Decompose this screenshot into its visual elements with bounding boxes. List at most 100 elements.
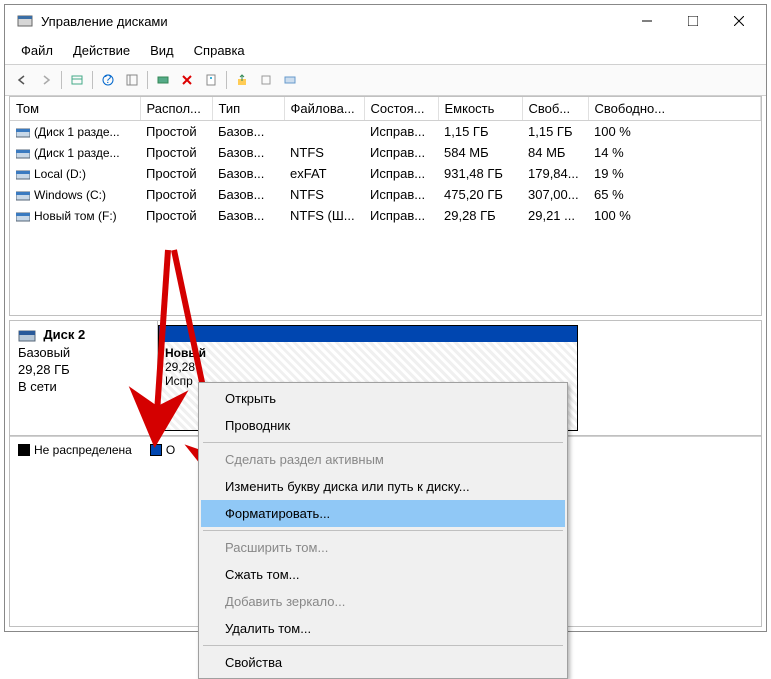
cell-layout: Простой	[140, 184, 212, 205]
table-header-row: Том Распол... Тип Файлова... Состоя... Е…	[10, 97, 761, 121]
cell-volume: Новый том (F:)	[10, 205, 140, 226]
col-freepct[interactable]: Свободно...	[588, 97, 761, 121]
disk-status: В сети	[18, 379, 149, 394]
cell-fs: exFAT	[284, 163, 364, 184]
col-type[interactable]: Тип	[212, 97, 284, 121]
cell-layout: Простой	[140, 121, 212, 143]
cell-fs	[284, 121, 364, 143]
tool-action3[interactable]	[279, 69, 301, 91]
tool-settings[interactable]	[121, 69, 143, 91]
separator	[61, 71, 62, 89]
tool-refresh[interactable]	[152, 69, 174, 91]
table-row[interactable]: Новый том (F:)ПростойБазов...NTFS (Ш...И…	[10, 205, 761, 226]
maximize-button[interactable]	[670, 6, 716, 36]
cell-fs: NTFS	[284, 142, 364, 163]
menu-file[interactable]: Файл	[11, 39, 63, 62]
cell-volume: (Диск 1 разде...	[10, 142, 140, 163]
partition-header	[159, 326, 577, 342]
tool-action2[interactable]	[255, 69, 277, 91]
menu-help[interactable]: Справка	[184, 39, 255, 62]
cell-free: 307,00...	[522, 184, 588, 205]
col-volume[interactable]: Том	[10, 97, 140, 121]
tool-action1[interactable]	[231, 69, 253, 91]
cell-freepct: 19 %	[588, 163, 761, 184]
tool-delete[interactable]	[176, 69, 198, 91]
cell-volume: Windows (C:)	[10, 184, 140, 205]
col-capacity[interactable]: Емкость	[438, 97, 522, 121]
cell-fs: NTFS (Ш...	[284, 205, 364, 226]
ctx-shrink[interactable]: Сжать том...	[201, 561, 565, 588]
tool-properties[interactable]	[200, 69, 222, 91]
menu-view[interactable]: Вид	[140, 39, 184, 62]
minimize-button[interactable]	[624, 6, 670, 36]
volume-icon	[16, 212, 30, 222]
window-controls	[624, 6, 762, 36]
tool-help[interactable]: ?	[97, 69, 119, 91]
legend-swatch-black	[18, 444, 30, 456]
legend-primary: О	[150, 443, 175, 457]
volume-icon	[16, 149, 30, 159]
cell-status: Исправ...	[364, 184, 438, 205]
table-row[interactable]: Local (D:)ПростойБазов...exFATИсправ...9…	[10, 163, 761, 184]
separator	[226, 71, 227, 89]
col-free[interactable]: Своб...	[522, 97, 588, 121]
col-status[interactable]: Состоя...	[364, 97, 438, 121]
cell-layout: Простой	[140, 163, 212, 184]
cell-freepct: 100 %	[588, 205, 761, 226]
ctx-separator	[203, 530, 563, 531]
cell-type: Базов...	[212, 205, 284, 226]
cell-freepct: 14 %	[588, 142, 761, 163]
table-row[interactable]: (Диск 1 разде...ПростойБазов...Исправ...…	[10, 121, 761, 143]
ctx-make-active: Сделать раздел активным	[201, 446, 565, 473]
cell-volume: (Диск 1 разде...	[10, 121, 140, 143]
ctx-format[interactable]: Форматировать...	[201, 500, 565, 527]
separator	[92, 71, 93, 89]
ctx-open[interactable]: Открыть	[201, 385, 565, 412]
back-button[interactable]	[11, 69, 33, 91]
legend-unallocated: Не распределена	[18, 443, 132, 457]
col-layout[interactable]: Распол...	[140, 97, 212, 121]
ctx-change-letter[interactable]: Изменить букву диска или путь к диску...	[201, 473, 565, 500]
ctx-properties[interactable]: Свойства	[201, 649, 565, 676]
app-icon	[17, 13, 33, 29]
col-fs[interactable]: Файлова...	[284, 97, 364, 121]
menu-action[interactable]: Действие	[63, 39, 140, 62]
cell-freepct: 65 %	[588, 184, 761, 205]
tool-show-hide[interactable]	[66, 69, 88, 91]
ctx-explorer[interactable]: Проводник	[201, 412, 565, 439]
table-row[interactable]: (Диск 1 разде...ПростойБазов...NTFSИспра…	[10, 142, 761, 163]
disk-icon	[18, 329, 36, 343]
disk-info: Базовый 29,28 ГБ В сети	[18, 345, 149, 394]
cell-capacity: 475,20 ГБ	[438, 184, 522, 205]
legend-swatch-blue	[150, 444, 162, 456]
cell-volume: Local (D:)	[10, 163, 140, 184]
table-row[interactable]: Windows (C:)ПростойБазов...NTFSИсправ...…	[10, 184, 761, 205]
cell-capacity: 584 МБ	[438, 142, 522, 163]
disk-label: Диск 2 Базовый 29,28 ГБ В сети	[10, 321, 158, 435]
cell-type: Базов...	[212, 163, 284, 184]
disk-name: Диск 2	[43, 327, 85, 342]
cell-fs: NTFS	[284, 184, 364, 205]
cell-type: Базов...	[212, 184, 284, 205]
partition-size: 29,28	[165, 360, 571, 374]
cell-type: Базов...	[212, 121, 284, 143]
window-title: Управление дисками	[41, 14, 624, 29]
volume-icon	[16, 128, 30, 138]
close-button[interactable]	[716, 6, 762, 36]
cell-status: Исправ...	[364, 163, 438, 184]
forward-button[interactable]	[35, 69, 57, 91]
cell-capacity: 931,48 ГБ	[438, 163, 522, 184]
disk-type: Базовый	[18, 345, 149, 360]
cell-capacity: 1,15 ГБ	[438, 121, 522, 143]
titlebar: Управление дисками	[5, 5, 766, 37]
ctx-separator	[203, 442, 563, 443]
context-menu[interactable]: Открыть Проводник Сделать раздел активны…	[198, 382, 568, 679]
volume-list[interactable]: Том Распол... Тип Файлова... Состоя... Е…	[9, 96, 762, 316]
ctx-separator	[203, 645, 563, 646]
disk-size: 29,28 ГБ	[18, 362, 149, 377]
ctx-delete[interactable]: Удалить том...	[201, 615, 565, 642]
cell-free: 179,84...	[522, 163, 588, 184]
cell-status: Исправ...	[364, 142, 438, 163]
cell-freepct: 100 %	[588, 121, 761, 143]
cell-layout: Простой	[140, 142, 212, 163]
